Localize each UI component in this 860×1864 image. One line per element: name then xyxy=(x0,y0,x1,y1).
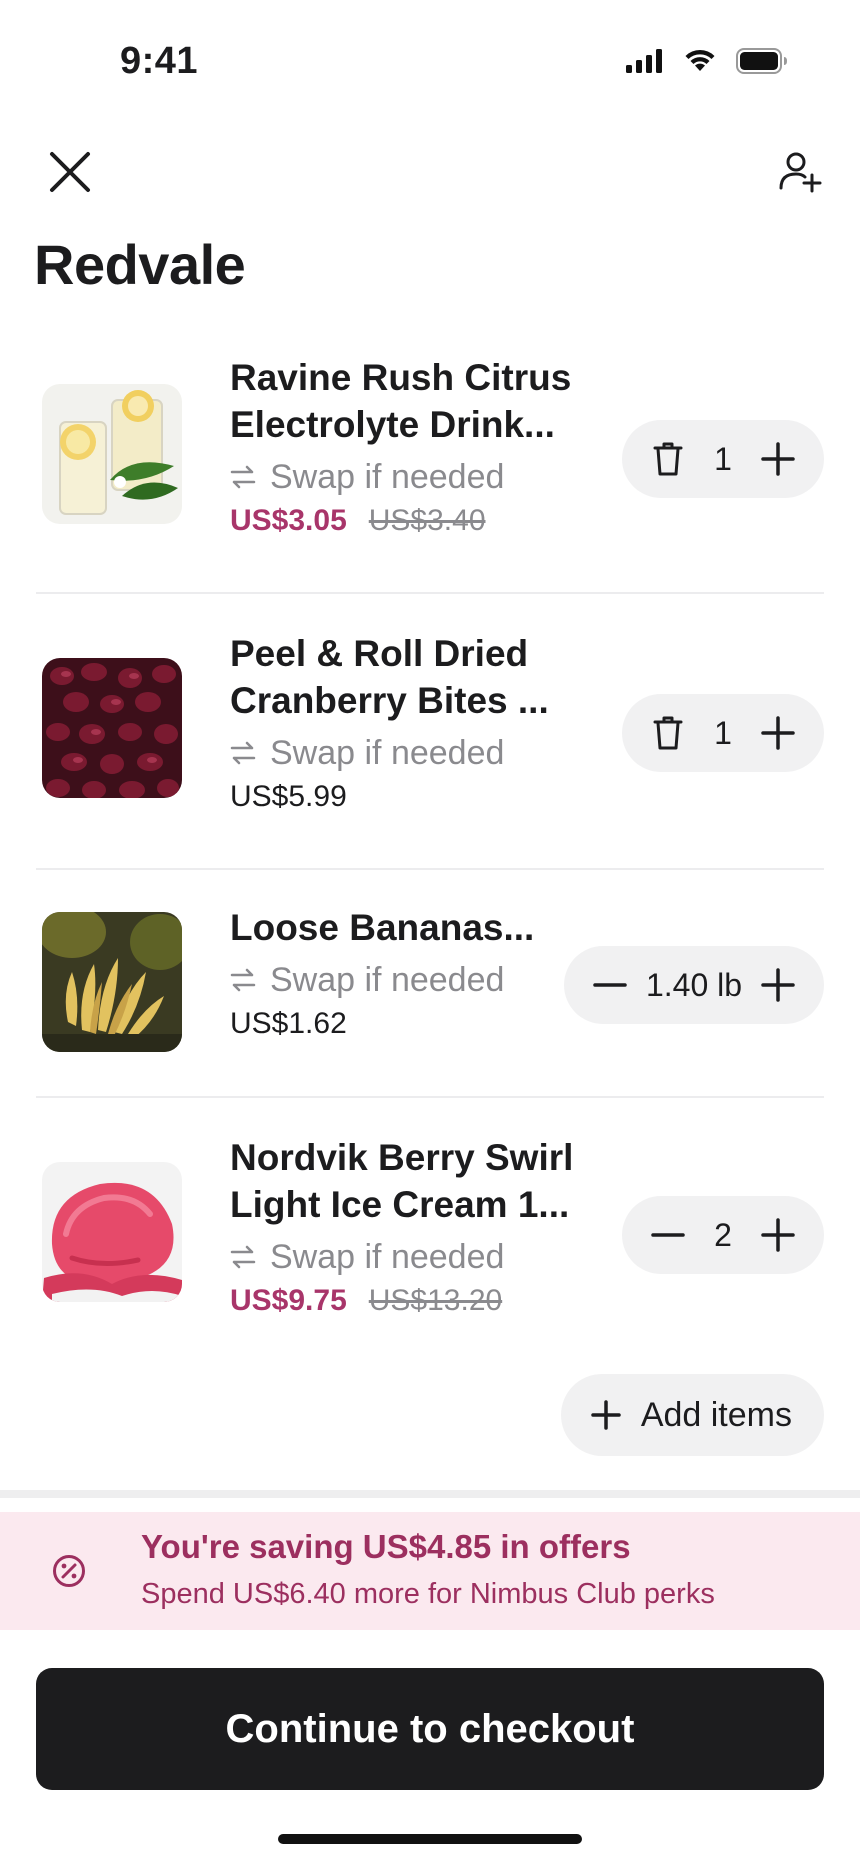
decrease-button[interactable] xyxy=(588,963,632,1007)
increase-button[interactable] xyxy=(756,437,800,481)
battery-icon xyxy=(736,48,787,74)
price-row: US$3.05 US$3.40 xyxy=(230,504,590,550)
cart-item[interactable]: Loose Bananas... Swap if needed US$1.62 … xyxy=(0,890,860,1090)
top-nav xyxy=(0,130,860,210)
item-name-line1: Nordvik Berry Swirl xyxy=(230,1137,574,1178)
minus-icon xyxy=(593,983,627,987)
item-info: Nordvik Berry Swirl Light Ice Cream 1...… xyxy=(230,1134,590,1330)
decrease-button[interactable] xyxy=(646,1213,690,1257)
price: US$5.99 xyxy=(230,780,347,813)
increase-button[interactable] xyxy=(756,711,800,755)
swap-label: Swap if needed xyxy=(270,733,505,772)
quantity-value: 1 xyxy=(714,714,732,751)
divider xyxy=(36,1096,824,1098)
add-person-icon xyxy=(779,152,822,193)
price: US$1.62 xyxy=(230,1007,347,1040)
item-name-line2: Cranberry Bites ... xyxy=(230,680,549,721)
swap-option[interactable]: Swap if needed xyxy=(230,452,590,502)
product-image xyxy=(42,1162,182,1302)
increase-button[interactable] xyxy=(756,963,800,1007)
plus-icon xyxy=(591,1400,621,1430)
close-icon xyxy=(50,152,90,192)
quantity-stepper[interactable]: 1 xyxy=(622,420,824,498)
product-image xyxy=(42,384,182,524)
quantity-value: 2 xyxy=(714,1216,732,1253)
remove-button[interactable] xyxy=(646,711,690,755)
quantity-stepper[interactable]: 2 xyxy=(622,1196,824,1274)
status-time: 9:41 xyxy=(120,40,199,82)
item-info: Peel & Roll Dried Cranberry Bites ... Sw… xyxy=(230,630,590,826)
quantity-value: 1.40 lb xyxy=(645,966,743,1003)
quantity-value: 1 xyxy=(714,440,732,477)
swap-icon xyxy=(230,968,256,992)
section-separator xyxy=(0,1490,860,1498)
item-name-line1: Loose Bananas... xyxy=(230,907,535,948)
swap-icon xyxy=(230,741,256,765)
swap-icon xyxy=(230,1245,256,1269)
add-items-button[interactable]: Add items xyxy=(560,1374,824,1456)
add-items-label: Add items xyxy=(640,1395,792,1434)
wifi-icon xyxy=(685,49,715,71)
divider xyxy=(36,868,824,870)
original-price: US$13.20 xyxy=(368,1284,503,1317)
signal-icon xyxy=(626,49,662,73)
add-person-button[interactable] xyxy=(770,142,830,202)
plus-icon xyxy=(761,716,795,750)
original-price: US$3.40 xyxy=(368,504,486,537)
cart-item[interactable]: Nordvik Berry Swirl Light Ice Cream 1...… xyxy=(0,1122,860,1362)
product-image xyxy=(42,658,182,798)
remove-button[interactable] xyxy=(646,437,690,481)
swap-label: Swap if needed xyxy=(270,1237,505,1276)
price-row: US$9.75 US$13.20 xyxy=(230,1284,590,1330)
divider xyxy=(36,592,824,594)
quantity-stepper[interactable]: 1 xyxy=(622,694,824,772)
increase-button[interactable] xyxy=(756,1213,800,1257)
item-name-line2: Light Ice Cream 1... xyxy=(230,1184,570,1225)
price-row: US$5.99 xyxy=(230,780,590,826)
item-info: Loose Bananas... Swap if needed US$1.62 xyxy=(230,904,590,1053)
product-image xyxy=(42,912,182,1052)
checkout-label: Continue to checkout xyxy=(225,1706,635,1751)
plus-icon xyxy=(761,968,795,1002)
swap-icon xyxy=(230,465,256,489)
status-bar: 9:41 xyxy=(0,0,860,120)
store-title: Redvale xyxy=(34,233,246,296)
offer-title: You're saving US$4.85 in offers xyxy=(141,1528,631,1565)
item-info: Ravine Rush Citrus Electrolyte Drink... … xyxy=(230,354,590,550)
sale-price: US$9.75 xyxy=(230,1284,347,1317)
minus-icon xyxy=(651,1233,685,1237)
cart-item[interactable]: Peel & Roll Dried Cranberry Bites ... Sw… xyxy=(0,616,860,856)
swap-option[interactable]: Swap if needed xyxy=(230,1232,590,1282)
swap-option[interactable]: Swap if needed xyxy=(230,728,590,778)
sale-price: US$3.05 xyxy=(230,504,347,537)
plus-icon xyxy=(761,442,795,476)
item-name-line2: Electrolyte Drink... xyxy=(230,404,555,445)
quantity-stepper[interactable]: 1.40 lb xyxy=(564,946,824,1024)
price-row: US$1.62 xyxy=(230,1007,590,1053)
trash-icon xyxy=(653,716,683,750)
status-icons xyxy=(626,48,788,74)
close-button[interactable] xyxy=(40,142,100,202)
item-name-line1: Ravine Rush Citrus xyxy=(230,357,572,398)
offer-subtitle: Spend US$6.40 more for Nimbus Club perks xyxy=(141,1578,715,1610)
checkout-button[interactable]: Continue to checkout xyxy=(36,1668,824,1790)
item-name-line1: Peel & Roll Dried xyxy=(230,633,529,674)
discount-icon xyxy=(53,1555,85,1587)
offer-banner[interactable]: You're saving US$4.85 in offers Spend US… xyxy=(0,1512,860,1630)
plus-icon xyxy=(761,1218,795,1252)
trash-icon xyxy=(653,442,683,476)
home-indicator xyxy=(278,1834,582,1844)
swap-label: Swap if needed xyxy=(270,457,505,496)
swap-option[interactable]: Swap if needed xyxy=(230,955,590,1005)
swap-label: Swap if needed xyxy=(270,960,505,999)
cart-item[interactable]: Ravine Rush Citrus Electrolyte Drink... … xyxy=(0,340,860,580)
